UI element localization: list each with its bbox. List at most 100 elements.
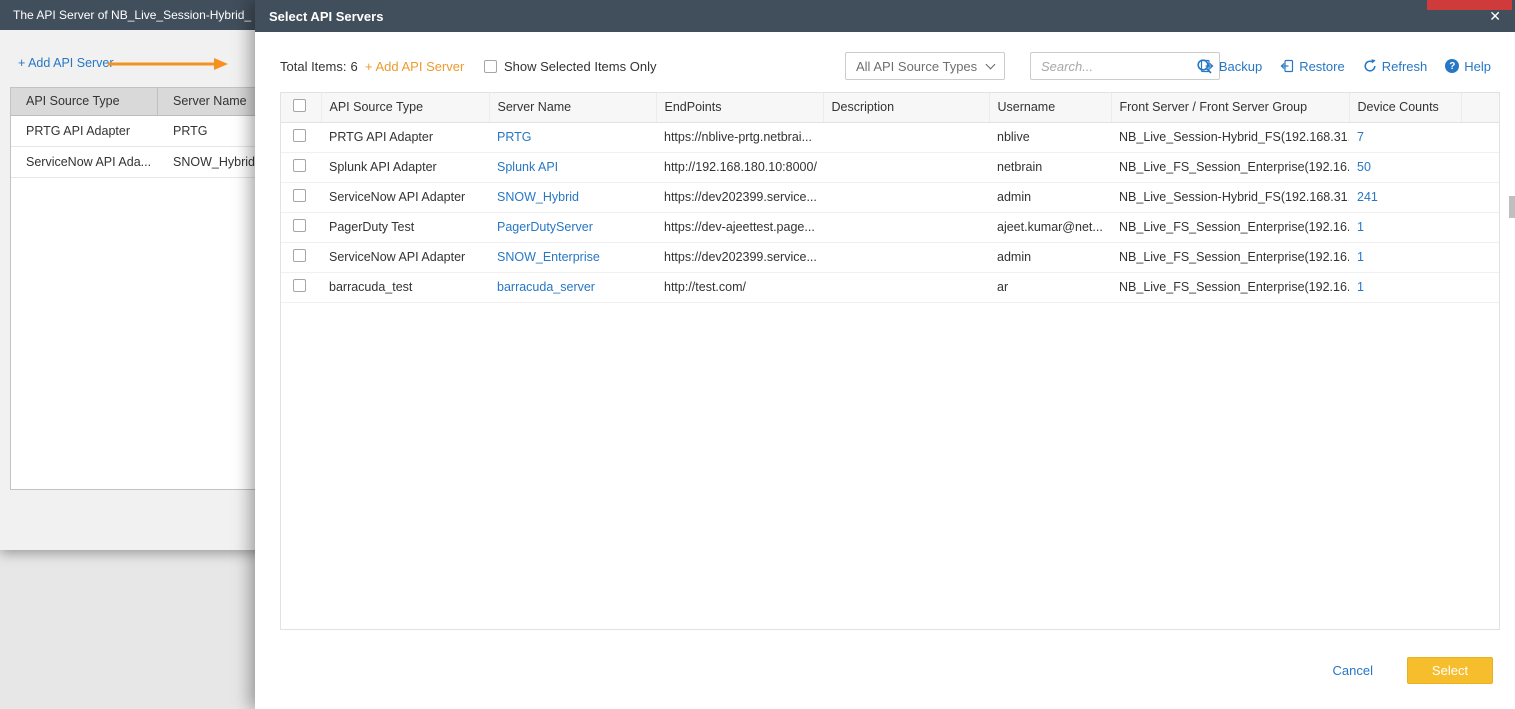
restore-label: Restore: [1299, 59, 1345, 74]
cell-front-server: NB_Live_Session-Hybrid_FS(192.168.31...: [1111, 122, 1349, 152]
total-items-value: 6: [350, 59, 357, 74]
col-front-server: Front Server / Front Server Group: [1111, 93, 1349, 122]
background-col-api-source-type: API Source Type: [11, 88, 158, 115]
restore-button[interactable]: Restore: [1280, 59, 1345, 74]
device-count-link[interactable]: 1: [1357, 250, 1364, 264]
cell-endpoints: https://dev202399.service...: [656, 242, 823, 272]
toolbar-actions: Backup Restore Refresh ?: [1200, 52, 1491, 80]
total-items: Total Items: 6: [280, 52, 358, 80]
device-count-link[interactable]: 50: [1357, 160, 1371, 174]
help-button[interactable]: ? Help: [1445, 59, 1491, 74]
refresh-icon: [1363, 59, 1377, 73]
cell-username: admin: [989, 182, 1111, 212]
server-name-link[interactable]: PRTG: [497, 130, 532, 144]
refresh-label: Refresh: [1382, 59, 1428, 74]
restore-icon: [1280, 59, 1294, 73]
bg-cell-api-source-type: PRTG API Adapter: [11, 116, 158, 146]
search-input[interactable]: [1041, 59, 1196, 74]
cell-description: [823, 152, 989, 182]
backup-label: Backup: [1219, 59, 1262, 74]
table-row[interactable]: ServiceNow API Adapter SNOW_Enterprise h…: [281, 242, 1499, 272]
dialog-footer: Cancel Select: [1333, 657, 1493, 684]
api-servers-table: API Source Type Server Name EndPoints De…: [280, 92, 1500, 630]
select-button[interactable]: Select: [1407, 657, 1493, 684]
device-count-link[interactable]: 1: [1357, 280, 1364, 294]
cell-endpoints: http://192.168.180.10:8000/: [656, 152, 823, 182]
col-description: Description: [823, 93, 989, 122]
add-api-server-button[interactable]: + Add API Server: [365, 52, 464, 80]
cell-front-server: NB_Live_FS_Session_Enterprise(192.16...: [1111, 152, 1349, 182]
col-filler: [1461, 93, 1499, 122]
device-count-link[interactable]: 1: [1357, 220, 1364, 234]
cell-api-source-type: PRTG API Adapter: [321, 122, 489, 152]
cell-api-source-type: ServiceNow API Adapter: [321, 242, 489, 272]
close-icon[interactable]: ✕: [1489, 9, 1501, 23]
device-count-link[interactable]: 241: [1357, 190, 1378, 204]
dialog-title: Select API Servers: [255, 9, 383, 24]
cell-api-source-type: barracuda_test: [321, 272, 489, 302]
cell-front-server: NB_Live_FS_Session_Enterprise(192.16...: [1111, 272, 1349, 302]
row-checkbox[interactable]: [293, 219, 306, 232]
cell-api-source-type: PagerDuty Test: [321, 212, 489, 242]
col-device-counts: Device Counts: [1349, 93, 1461, 122]
filter-selected-value: All API Source Types: [856, 59, 977, 74]
row-checkbox[interactable]: [293, 249, 306, 262]
search-box: [1030, 52, 1220, 80]
help-glyph: ?: [1449, 61, 1455, 72]
cell-endpoints: https://dev-ajeettest.page...: [656, 212, 823, 242]
table-row[interactable]: Splunk API Adapter Splunk API http://192…: [281, 152, 1499, 182]
device-count-link[interactable]: 7: [1357, 130, 1364, 144]
server-name-link[interactable]: SNOW_Hybrid: [497, 190, 579, 204]
table-row[interactable]: barracuda_test barracuda_server http://t…: [281, 272, 1499, 302]
cell-front-server: NB_Live_FS_Session_Enterprise(192.16...: [1111, 212, 1349, 242]
total-items-label: Total Items:: [280, 59, 346, 74]
server-name-link[interactable]: Splunk API: [497, 160, 558, 174]
show-selected-checkbox[interactable]: [484, 60, 497, 73]
scrollbar-thumb[interactable]: [1509, 196, 1515, 218]
show-selected-label: Show Selected Items Only: [504, 59, 656, 74]
screen: The API Server of NB_Live_Session-Hybrid…: [0, 0, 1515, 709]
chevron-down-icon: [986, 59, 996, 69]
backup-button[interactable]: Backup: [1200, 59, 1262, 74]
cell-username: netbrain: [989, 152, 1111, 182]
row-checkbox[interactable]: [293, 189, 306, 202]
cell-front-server: NB_Live_Session-Hybrid_FS(192.168.31...: [1111, 182, 1349, 212]
cell-api-source-type: Splunk API Adapter: [321, 152, 489, 182]
recording-indicator-bar: [1427, 0, 1512, 10]
cell-endpoints: https://nblive-prtg.netbrai...: [656, 122, 823, 152]
row-checkbox[interactable]: [293, 129, 306, 142]
row-checkbox[interactable]: [293, 279, 306, 292]
show-selected-toggle[interactable]: Show Selected Items Only: [484, 52, 656, 80]
help-icon: ?: [1445, 59, 1459, 73]
cell-endpoints: https://dev202399.service...: [656, 182, 823, 212]
select-all-checkbox[interactable]: [293, 99, 306, 112]
bg-cell-api-source-type: ServiceNow API Ada...: [11, 147, 158, 177]
add-api-server-link[interactable]: + Add API Server: [18, 56, 114, 70]
table-row[interactable]: ServiceNow API Adapter SNOW_Hybrid https…: [281, 182, 1499, 212]
cell-endpoints: http://test.com/: [656, 272, 823, 302]
row-checkbox[interactable]: [293, 159, 306, 172]
cell-api-source-type: ServiceNow API Adapter: [321, 182, 489, 212]
bg-cell-server-name: SNOW_Hybrid: [158, 147, 255, 177]
table-row[interactable]: PRTG API Adapter PRTG https://nblive-prt…: [281, 122, 1499, 152]
cancel-button[interactable]: Cancel: [1333, 663, 1373, 678]
background-window-title: The API Server of NB_Live_Session-Hybrid…: [13, 8, 251, 22]
background-col-server-name: Server Name: [158, 88, 247, 115]
col-endpoints: EndPoints: [656, 93, 823, 122]
refresh-button[interactable]: Refresh: [1363, 59, 1428, 74]
api-source-type-filter[interactable]: All API Source Types: [845, 52, 1005, 80]
cell-description: [823, 212, 989, 242]
server-name-link[interactable]: SNOW_Enterprise: [497, 250, 600, 264]
select-api-servers-dialog: Select API Servers ✕ Total Items: 6 + Ad…: [255, 0, 1515, 709]
server-name-link[interactable]: PagerDutyServer: [497, 220, 593, 234]
cell-description: [823, 272, 989, 302]
col-api-source-type: API Source Type: [321, 93, 489, 122]
dialog-header: Select API Servers ✕: [255, 0, 1515, 32]
table-row[interactable]: PagerDuty Test PagerDutyServer https://d…: [281, 212, 1499, 242]
cell-front-server: NB_Live_FS_Session_Enterprise(192.16...: [1111, 242, 1349, 272]
server-name-link[interactable]: barracuda_server: [497, 280, 595, 294]
cell-username: ajeet.kumar@net...: [989, 212, 1111, 242]
table-header-row: API Source Type Server Name EndPoints De…: [281, 93, 1499, 122]
cell-description: [823, 182, 989, 212]
orange-arrow-annotation: [106, 57, 230, 71]
